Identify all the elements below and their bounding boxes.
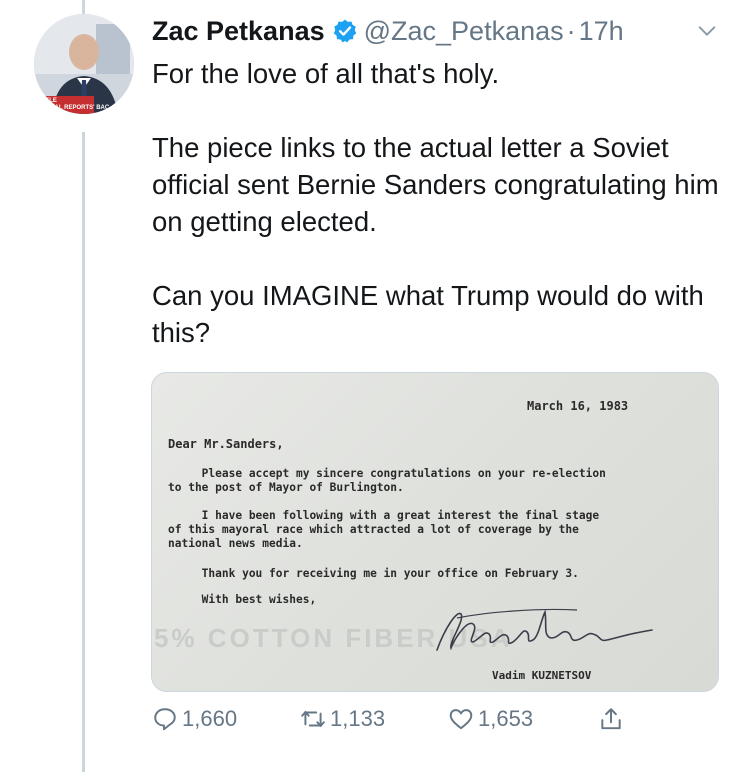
author-handle[interactable]: @Zac_Petkanas — [364, 16, 564, 47]
thread-line — [82, 132, 85, 772]
letter-salutation: Dear Mr.Sanders, — [168, 437, 284, 451]
verified-icon — [333, 19, 356, 43]
letter-line: of this mayoral race which attracted a l… — [168, 523, 579, 536]
letter-line: I have been following with a great inter… — [168, 509, 600, 522]
reply-button[interactable]: 1,660 — [152, 706, 237, 732]
letter-image: 5% COTTON FIBER USA March 16, 1983 Dear … — [152, 373, 718, 691]
author-name[interactable]: Zac Petkanas — [152, 16, 325, 47]
reply-count: 1,660 — [182, 706, 238, 731]
tweet-paragraph: Can you IMAGINE what Trump would do with… — [152, 280, 704, 348]
letter-line: to the post of Mayor of Burlington. — [168, 481, 404, 494]
retweet-count: 1,133 — [330, 706, 386, 731]
thread-line-top — [82, 0, 85, 14]
heart-icon — [449, 709, 473, 730]
signature-image — [436, 608, 653, 651]
like-count: 1,653 — [478, 706, 534, 731]
letter-date: March 16, 1983 — [527, 399, 629, 413]
avatar-overlay-text: ATTLE MENTAL REPORTS' BAC — [38, 98, 110, 111]
separator-dot: · — [566, 15, 576, 46]
tweet-paragraph: For the love of all that's holy. — [152, 58, 500, 89]
tweet-actions: 1,660 1,133 1,653 — [152, 706, 712, 742]
share-icon — [601, 708, 621, 730]
attached-image[interactable]: 5% COTTON FIBER USA March 16, 1983 Dear … — [151, 372, 719, 692]
letter-closing: With best wishes, — [168, 593, 317, 606]
letter-line: Thank you for receiving me in your offic… — [168, 567, 579, 580]
letter-signatory: Vadim KUZNETSOV — [492, 669, 592, 682]
tweet-timestamp[interactable]: 17h — [579, 16, 624, 47]
retweet-icon — [301, 710, 325, 728]
retweet-button[interactable]: 1,133 — [300, 706, 385, 732]
like-button[interactable]: 1,653 — [448, 706, 533, 732]
tweet-header: Zac Petkanas @Zac_Petkanas · 17h — [152, 14, 732, 48]
tweet-paragraph: The piece links to the actual letter a S… — [152, 132, 719, 237]
share-button[interactable] — [598, 706, 628, 732]
letter-line: national news media. — [168, 537, 303, 550]
tweet-text: For the love of all that's holy. The pie… — [152, 55, 727, 351]
reply-icon — [154, 708, 176, 731]
chevron-down-icon[interactable] — [696, 20, 718, 42]
avatar[interactable]: ATTLE MENTAL REPORTS' BAC — [34, 14, 134, 114]
letter-line: Please accept my sincere congratulations… — [168, 467, 606, 480]
